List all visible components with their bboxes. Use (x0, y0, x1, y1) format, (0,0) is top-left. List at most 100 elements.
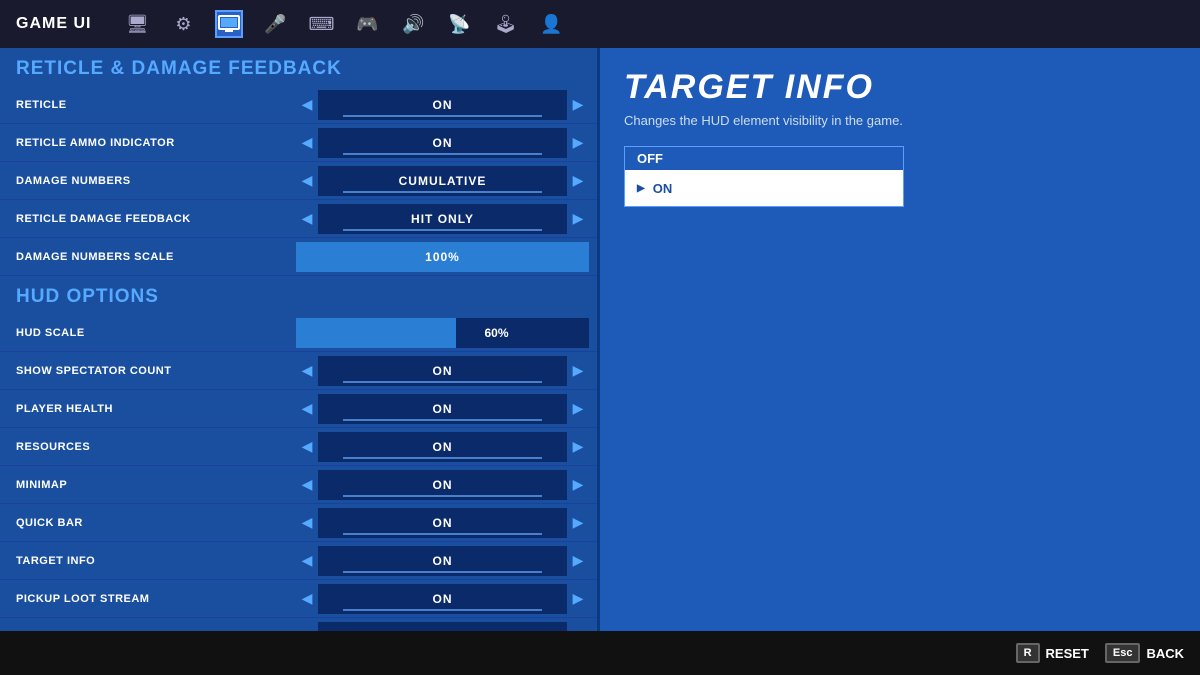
reset-key: R (1016, 643, 1040, 663)
value-target-info: ON (318, 546, 567, 576)
label-resources: RESOURCES (16, 441, 296, 453)
main-content: RETICLE & DAMAGE FEEDBACK RETICLE ◀ ON ▶… (0, 48, 1200, 675)
arrow-left-reticle-ammo[interactable]: ◀ (296, 126, 318, 160)
arrow-right-target-info[interactable]: ▶ (567, 544, 589, 578)
value-reticle-ammo: ON (318, 128, 567, 158)
value-reticle: ON (318, 90, 567, 120)
nav-icon-monitor[interactable]: 🖥 (123, 10, 151, 38)
setting-row-quickbar: QUICK BAR ◀ ON ▶ (0, 504, 597, 542)
value-pickup-loot: ON (318, 584, 567, 614)
right-panel-desc: Changes the HUD element visibility in th… (624, 113, 1176, 128)
arrow-right-player-health[interactable]: ▶ (567, 392, 589, 426)
value-minimap: ON (318, 470, 567, 500)
value-damage-numbers: CUMULATIVE (318, 166, 567, 196)
control-damage-numbers: ◀ CUMULATIVE ▶ (296, 164, 589, 198)
label-spectator: SHOW SPECTATOR COUNT (16, 365, 296, 377)
arrow-right-spectator[interactable]: ▶ (567, 354, 589, 388)
arrow-left-quickbar[interactable]: ◀ (296, 506, 318, 540)
arrow-right-damage-numbers[interactable]: ▶ (567, 164, 589, 198)
label-hud-scale: HUD SCALE (16, 327, 296, 339)
arrow-right-resources[interactable]: ▶ (567, 430, 589, 464)
setting-row-reticle: RETICLE ◀ ON ▶ (0, 86, 597, 124)
value-damage-scale: 100% (296, 242, 589, 272)
hud-scale-bar (296, 318, 456, 348)
arrow-right-minimap[interactable]: ▶ (567, 468, 589, 502)
nav-icons: 🖥 ⚙ 🎤 ⌨ 🎮 🔊 📡 🕹 👤 (123, 10, 565, 38)
right-panel-title: TARGET INFO (624, 68, 1176, 107)
option-label-off: OFF (625, 147, 903, 166)
label-quickbar: QUICK BAR (16, 517, 296, 529)
control-resources: ◀ ON ▶ (296, 430, 589, 464)
label-pickup-loot: PICKUP LOOT STREAM (16, 593, 296, 605)
label-damage-scale: DAMAGE NUMBERS SCALE (16, 251, 296, 263)
nav-icon-settings[interactable]: ⚙ (169, 10, 197, 38)
setting-row-player-health: PLAYER HEALTH ◀ ON ▶ (0, 390, 597, 428)
back-key: Esc (1105, 643, 1141, 663)
nav-icon-network[interactable]: 📡 (445, 10, 473, 38)
arrow-left-target-info[interactable]: ◀ (296, 544, 318, 578)
control-hud-scale: 60% (296, 318, 589, 348)
setting-row-target-info: TARGET INFO ◀ ON ▶ (0, 542, 597, 580)
back-button[interactable]: Esc BACK (1105, 643, 1184, 663)
option-arrow-icon: ▶ (637, 183, 645, 194)
label-damage-numbers: DAMAGE NUMBERS (16, 175, 296, 187)
arrow-left-minimap[interactable]: ◀ (296, 468, 318, 502)
nav-icon-mic[interactable]: 🎤 (261, 10, 289, 38)
arrow-left-reticle[interactable]: ◀ (296, 88, 318, 122)
right-panel: TARGET INFO Changes the HUD element visi… (600, 48, 1200, 675)
nav-icon-gameui[interactable] (215, 10, 243, 38)
setting-row-reticle-ammo: RETICLE AMMO INDICATOR ◀ ON ▶ (0, 124, 597, 162)
section-header-hud: HUD OPTIONS (0, 276, 597, 314)
setting-row-resources: RESOURCES ◀ ON ▶ (0, 428, 597, 466)
option-label-on: ON (653, 181, 673, 196)
setting-row-pickup-loot: PICKUP LOOT STREAM ◀ ON ▶ (0, 580, 597, 618)
control-spectator: ◀ ON ▶ (296, 354, 589, 388)
arrow-left-spectator[interactable]: ◀ (296, 354, 318, 388)
label-target-info: TARGET INFO (16, 555, 296, 567)
control-player-health: ◀ ON ▶ (296, 392, 589, 426)
setting-row-spectator: SHOW SPECTATOR COUNT ◀ ON ▶ (0, 352, 597, 390)
top-nav: GAME UI 🖥 ⚙ 🎤 ⌨ 🎮 🔊 📡 🕹 👤 (0, 0, 1200, 48)
nav-icon-account[interactable]: 👤 (537, 10, 565, 38)
arrow-right-reticle[interactable]: ▶ (567, 88, 589, 122)
nav-icon-keyboard[interactable]: ⌨ (307, 10, 335, 38)
label-minimap: MINIMAP (16, 479, 296, 491)
control-reticle-damage: ◀ HIT ONLY ▶ (296, 202, 589, 236)
nav-icon-controller[interactable]: 🎮 (353, 10, 381, 38)
reset-label: RESET (1046, 646, 1089, 661)
setting-row-damage-numbers: DAMAGE NUMBERS ◀ CUMULATIVE ▶ (0, 162, 597, 200)
nav-icon-audio[interactable]: 🔊 (399, 10, 427, 38)
arrow-left-resources[interactable]: ◀ (296, 430, 318, 464)
label-player-health: PLAYER HEALTH (16, 403, 296, 415)
value-player-health: ON (318, 394, 567, 424)
control-damage-scale: 100% (296, 242, 589, 272)
bottom-bar: R RESET Esc BACK (0, 631, 1200, 675)
option-item-on[interactable]: ▶ ON (625, 170, 903, 206)
arrow-right-reticle-damage[interactable]: ▶ (567, 202, 589, 236)
arrow-left-reticle-damage[interactable]: ◀ (296, 202, 318, 236)
arrow-right-pickup-loot[interactable]: ▶ (567, 582, 589, 616)
arrow-right-quickbar[interactable]: ▶ (567, 506, 589, 540)
nav-icon-gamepad[interactable]: 🕹 (491, 10, 519, 38)
back-label: BACK (1146, 646, 1184, 661)
label-reticle-damage: RETICLE DAMAGE FEEDBACK (16, 213, 296, 225)
setting-row-minimap: MINIMAP ◀ ON ▶ (0, 466, 597, 504)
arrow-right-reticle-ammo[interactable]: ▶ (567, 126, 589, 160)
setting-row-reticle-damage: RETICLE DAMAGE FEEDBACK ◀ HIT ONLY ▶ (0, 200, 597, 238)
value-quickbar: ON (318, 508, 567, 538)
label-reticle-ammo: RETICLE AMMO INDICATOR (16, 137, 296, 149)
options-list: OFF ▶ ON (624, 146, 904, 207)
arrow-left-player-health[interactable]: ◀ (296, 392, 318, 426)
label-reticle: RETICLE (16, 99, 296, 111)
arrow-left-pickup-loot[interactable]: ◀ (296, 582, 318, 616)
setting-row-damage-scale: DAMAGE NUMBERS SCALE 100% (0, 238, 597, 276)
control-target-info: ◀ ON ▶ (296, 544, 589, 578)
left-panel: RETICLE & DAMAGE FEEDBACK RETICLE ◀ ON ▶… (0, 48, 600, 675)
control-quickbar: ◀ ON ▶ (296, 506, 589, 540)
control-pickup-loot: ◀ ON ▶ (296, 582, 589, 616)
reset-button[interactable]: R RESET (1016, 643, 1089, 663)
section-header-reticle: RETICLE & DAMAGE FEEDBACK (0, 48, 597, 86)
value-spectator: ON (318, 356, 567, 386)
control-reticle-ammo: ◀ ON ▶ (296, 126, 589, 160)
arrow-left-damage-numbers[interactable]: ◀ (296, 164, 318, 198)
